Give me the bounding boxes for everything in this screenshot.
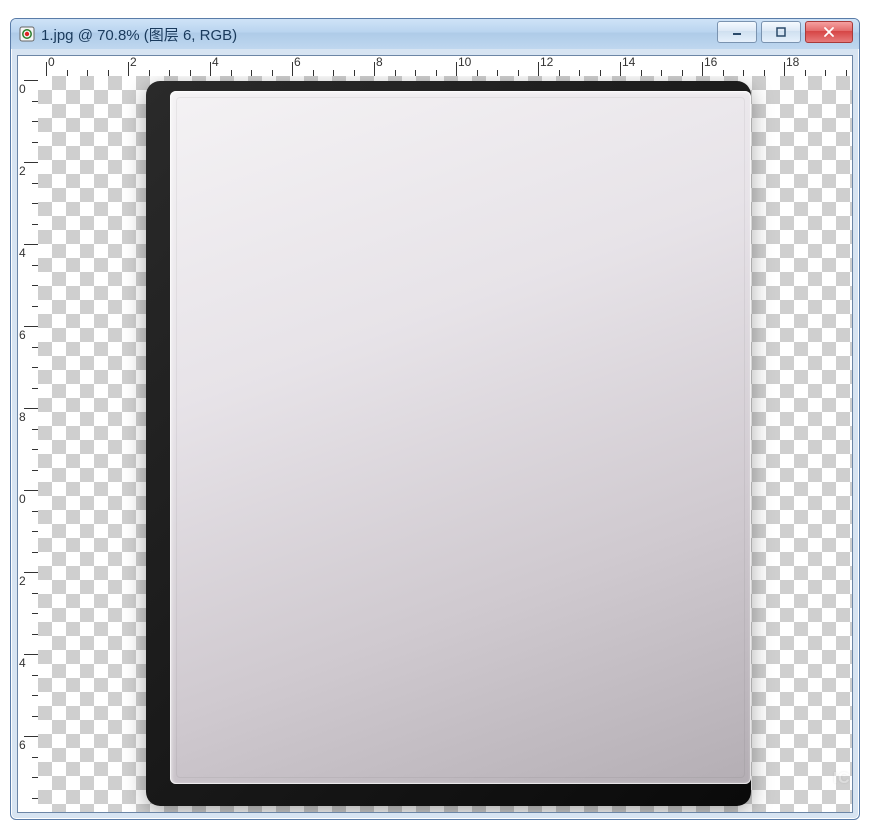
ruler-h-label: 14 — [622, 56, 635, 69]
document-window: 1.jpg @ 70.8% (图层 6, RGB) 0 2 4 6 8 10 12 14 16 1… — [10, 18, 860, 820]
ruler-h-label: 18 — [786, 56, 799, 69]
app-icon — [19, 26, 35, 42]
ruler-h-label: 4 — [212, 56, 219, 69]
minimize-button[interactable] — [717, 21, 757, 43]
titlebar[interactable]: 1.jpg @ 70.8% (图层 6, RGB) — [11, 19, 859, 49]
watermark-text: IC — [833, 770, 850, 788]
ruler-h-label: 12 — [540, 56, 553, 69]
ruler-h-label: 2 — [130, 56, 137, 69]
ruler-h-label: 10 — [458, 56, 471, 69]
ruler-horizontal[interactable]: 0 2 4 6 8 10 12 14 16 18 — [38, 56, 852, 77]
canvas-viewport[interactable]: IC — [38, 76, 852, 812]
ruler-h-label: 16 — [704, 56, 717, 69]
book-front-cover — [170, 91, 751, 784]
ruler-h-label: 8 — [376, 56, 383, 69]
ruler-v-label: 4 — [19, 246, 26, 260]
document-client-area: 0 2 4 6 8 10 12 14 16 18 0 2 4 6 8 0 2 4 6 IC — [17, 55, 853, 813]
ruler-v-label: 8 — [19, 410, 26, 424]
ruler-h-label: 6 — [294, 56, 301, 69]
ruler-v-label: 6 — [19, 738, 26, 752]
ruler-v-label: 2 — [19, 574, 26, 588]
window-controls — [717, 21, 853, 43]
close-button[interactable] — [805, 21, 853, 43]
ruler-vertical[interactable]: 0 2 4 6 8 0 2 4 6 — [18, 76, 39, 812]
artwork — [146, 81, 751, 806]
maximize-button[interactable] — [761, 21, 801, 43]
ruler-v-label: 2 — [19, 164, 26, 178]
ruler-origin[interactable] — [18, 56, 39, 77]
ruler-v-label: 6 — [19, 328, 26, 342]
ruler-v-label: 4 — [19, 656, 26, 670]
ruler-v-label: 0 — [19, 492, 26, 506]
ruler-v-label: 0 — [19, 82, 26, 96]
ruler-h-label: 0 — [48, 56, 55, 69]
